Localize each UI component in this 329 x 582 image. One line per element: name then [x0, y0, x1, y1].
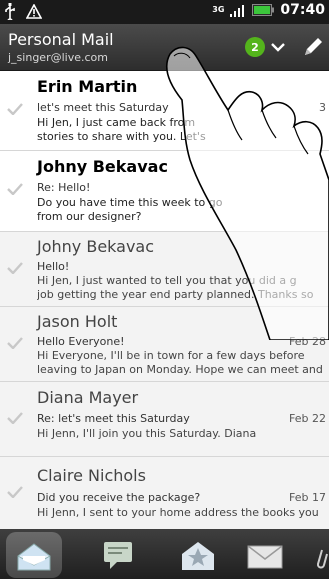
mail-header: Personal Mail j_singer@live.com 2 [0, 24, 329, 71]
mail-item[interactable]: Johny Bekavac Hello! Hi Jen, I just want… [0, 232, 329, 307]
mail-preview-line: from our designer? [37, 210, 142, 223]
mail-preview-line: Hi Jen, I just came back from [37, 116, 196, 129]
account-title[interactable]: Personal Mail [8, 30, 114, 49]
tab-attachments[interactable] [300, 532, 329, 578]
mail-preview-line: job getting the year end party planned. … [37, 288, 314, 301]
unread-badge[interactable]: 2 [245, 37, 265, 57]
sender-name: Johny Bekavac [37, 157, 168, 176]
mail-inbox-icon [17, 543, 51, 571]
mail-date: Feb 28 [289, 335, 326, 348]
bottom-tab-bar [0, 529, 329, 579]
attachment-icon [317, 549, 328, 569]
mail-preview-line: Hi Jenn, I sent to your home address the… [37, 506, 319, 519]
tab-favorites[interactable] [170, 532, 226, 578]
sender-name: Claire Nichols [37, 466, 146, 485]
check-icon[interactable] [7, 102, 23, 115]
sender-name: Diana Mayer [37, 388, 139, 407]
mail-subject: Hello! [37, 260, 70, 273]
mail-item[interactable]: Diana Mayer Re: let's meet this Saturday… [0, 382, 329, 457]
mail-date: 3 [319, 101, 326, 114]
warning-icon [26, 4, 42, 19]
account-email: j_singer@live.com [8, 51, 108, 64]
mail-preview-line: leaving to Japan on Monday. Hope we can … [37, 363, 323, 376]
mail-date: Feb 22 [289, 412, 326, 425]
check-icon[interactable] [7, 336, 23, 349]
conversation-icon [104, 542, 132, 569]
battery-icon [252, 4, 275, 16]
mail-preview-line: Hi Jen, I just wanted to tell you that y… [37, 274, 297, 287]
check-icon[interactable] [7, 485, 23, 498]
network-type: 3G [212, 5, 225, 14]
check-icon[interactable] [7, 261, 23, 274]
mail-preview-line: stories to share with you. Let's [37, 130, 206, 143]
tab-unread[interactable] [238, 532, 294, 578]
chevron-down-icon[interactable] [268, 36, 288, 58]
sender-name: Jason Holt [37, 312, 118, 331]
mail-subject: Re: let's meet this Saturday [37, 412, 190, 425]
unread-envelope-icon [247, 545, 283, 569]
mail-item[interactable]: Claire Nichols Did you receive the packa… [0, 457, 329, 529]
mail-subject: let's meet this Saturday [37, 101, 169, 114]
clock: 07:40 [280, 2, 325, 18]
sender-name: Erin Martin [37, 77, 138, 96]
status-bar: 3G 07:40 [0, 0, 329, 24]
mail-subject: Hello Everyone! [37, 335, 125, 348]
mail-preview-line: Hi Everyone, I'll be in town for a few d… [37, 349, 305, 362]
tab-inbox[interactable] [6, 532, 62, 578]
compose-pencil-icon[interactable] [300, 34, 326, 60]
tab-conversation[interactable] [90, 532, 146, 578]
check-icon[interactable] [7, 183, 23, 195]
mail-item[interactable]: Johny Bekavac Re: Hello! Do you have tim… [0, 151, 329, 232]
mail-preview-line: Hi Jenn, I'll join you this Saturday. Di… [37, 427, 257, 440]
mail-date: Feb 17 [289, 491, 326, 504]
sender-name: Johny Bekavac [37, 237, 155, 256]
mail-preview-line: Do you have time this week to go [37, 196, 223, 209]
check-icon[interactable] [7, 411, 23, 424]
favorite-star-icon [182, 542, 214, 570]
signal-icon [230, 5, 245, 17]
mail-item[interactable]: Jason Holt Hello Everyone! Feb 28 Hi Eve… [0, 307, 329, 382]
mail-subject: Did you receive the package? [37, 491, 201, 504]
usb-icon [5, 3, 15, 20]
mail-list: Erin Martin let's meet this Saturday 3 H… [0, 71, 329, 529]
mail-subject: Re: Hello! [37, 181, 91, 194]
mail-item[interactable]: Erin Martin let's meet this Saturday 3 H… [0, 71, 329, 151]
